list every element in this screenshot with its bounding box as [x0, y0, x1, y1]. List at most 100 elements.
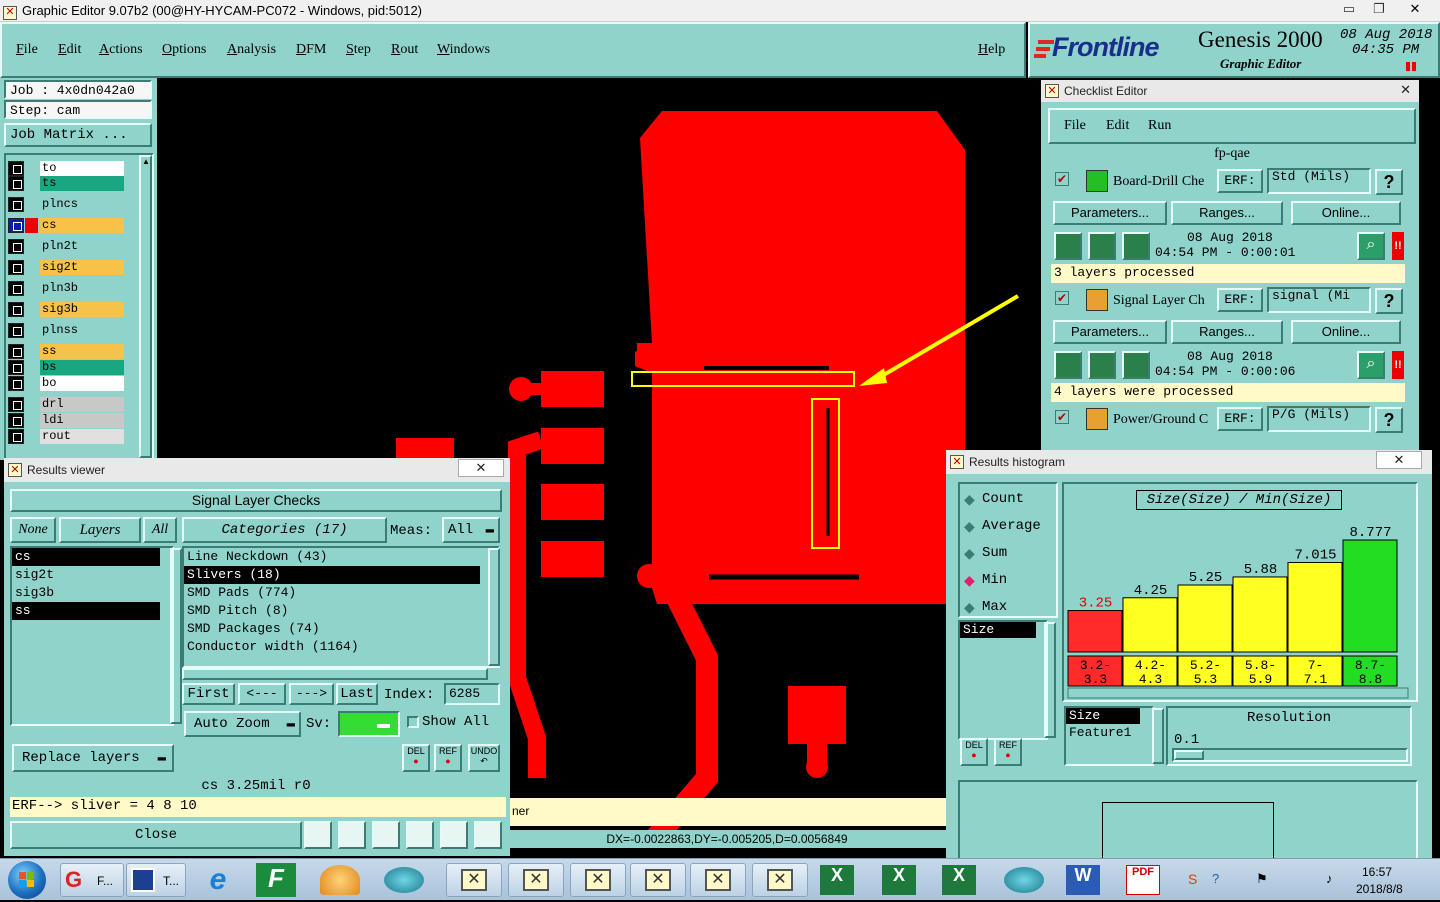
hist-del-button[interactable]: DEL ● — [960, 738, 988, 766]
layer-checkbox[interactable] — [8, 260, 24, 275]
pause-icon[interactable] — [1088, 351, 1116, 379]
layer-checkbox[interactable] — [8, 161, 24, 176]
layer-checkbox[interactable] — [8, 397, 24, 412]
category-item[interactable]: Line Neckdown (43) — [184, 548, 480, 566]
pause-icon[interactable] — [1088, 232, 1116, 260]
measure-icon[interactable] — [304, 821, 332, 849]
job-matrix-button[interactable]: Job Matrix ... — [4, 123, 152, 147]
start-button[interactable] — [8, 861, 46, 899]
close-button[interactable]: Close — [10, 821, 302, 849]
menu-step[interactable]: Step — [346, 42, 371, 58]
shell-icon[interactable] — [320, 865, 360, 895]
size-list-scrollbar[interactable] — [1044, 622, 1056, 738]
erf-value-field[interactable]: signal (Mi — [1267, 287, 1371, 313]
run-icon[interactable] — [1054, 351, 1082, 379]
histogram-bar[interactable] — [1287, 561, 1343, 653]
layer-checkbox[interactable] — [8, 176, 24, 191]
ie-icon[interactable]: e — [198, 863, 238, 897]
undo-button[interactable]: UNDO ↶ — [468, 744, 500, 772]
menu-rout[interactable]: Rout — [391, 42, 418, 58]
feature-list-scrollbar[interactable] — [1152, 708, 1164, 764]
resolution-slider[interactable] — [1172, 748, 1408, 762]
ref-button[interactable]: REF ● — [434, 744, 462, 772]
histogram-close-icon[interactable]: ✕ — [1376, 451, 1422, 469]
tray-volume-icon[interactable]: ♪ — [1326, 871, 1333, 886]
minimize-button[interactable]: ▭ — [1334, 1, 1364, 19]
close-window-button[interactable]: ✕ — [1400, 1, 1430, 19]
show-all-checkbox[interactable] — [407, 716, 419, 728]
chart-icon[interactable] — [474, 821, 502, 849]
result-layer-item[interactable]: ss — [12, 602, 160, 620]
resolution-slider-thumb[interactable] — [1174, 750, 1204, 760]
check-enable-checkbox[interactable]: ✔ — [1055, 291, 1069, 305]
word-icon[interactable]: W — [1066, 865, 1100, 895]
histogram-hscrollbar[interactable] — [1067, 687, 1409, 699]
layer-row-rout[interactable]: rout — [8, 429, 124, 444]
clock-time[interactable]: 16:57 — [1362, 865, 1392, 879]
scroll-up-icon[interactable]: ▲ — [142, 157, 150, 166]
ranges-button[interactable]: Ranges... — [1171, 320, 1283, 344]
restore-button[interactable]: ❐ — [1364, 1, 1394, 19]
none-button[interactable]: None — [10, 517, 56, 543]
all-button[interactable]: All — [143, 517, 177, 543]
export-icon[interactable] — [338, 821, 366, 849]
layer-row-cs[interactable]: cs — [8, 218, 124, 233]
erf-value-field[interactable]: Std (Mils) — [1267, 168, 1371, 194]
taskbar-graphic-editor-1[interactable]: ✕ — [446, 863, 502, 897]
result-layer-item[interactable]: sig2t — [12, 566, 160, 584]
layer-row-sig3b[interactable]: sig3b — [8, 302, 124, 317]
stop-icon[interactable] — [1122, 351, 1150, 379]
layer-checkbox[interactable] — [8, 344, 24, 359]
layer-row-pln3b[interactable]: pln3b — [8, 281, 124, 296]
category-item[interactable]: Conductor width (1164) — [184, 638, 480, 656]
hist-ref-button[interactable]: REF ● — [994, 738, 1022, 766]
zoom-results-icon[interactable]: ⌕ — [1357, 351, 1385, 379]
replace-layers-select[interactable]: Replace layers ▬ — [12, 744, 174, 772]
erf-icon[interactable] — [372, 821, 400, 849]
layer-row-bs[interactable]: bs — [8, 360, 124, 375]
histogram-bar[interactable] — [1342, 539, 1398, 653]
menu-dfm[interactable]: DFM — [296, 42, 326, 58]
menu-actions[interactable]: Actions — [99, 42, 143, 58]
menu-analysis[interactable]: Analysis — [227, 42, 276, 58]
result-layer-item[interactable]: sig3b — [12, 584, 160, 602]
layer-checkbox[interactable] — [8, 360, 24, 375]
histogram-bar[interactable] — [1067, 610, 1123, 653]
eye-icon[interactable] — [384, 867, 424, 893]
layer-checkbox[interactable] — [8, 429, 24, 444]
checklist-close-icon[interactable]: ✕ — [1400, 82, 1411, 98]
menu-file[interactable]: File — [16, 42, 38, 58]
result-layer-item[interactable]: cs — [12, 548, 160, 566]
category-item[interactable]: Slivers (18) — [184, 566, 480, 584]
parameters-button[interactable]: Parameters... — [1053, 320, 1167, 344]
auto-zoom-select[interactable]: Auto Zoom ▬ — [184, 711, 301, 737]
meas-select[interactable]: All ▬ — [442, 517, 500, 543]
erf-value-field[interactable]: P/G (Mils) — [1267, 406, 1371, 432]
layer-checkbox[interactable] — [8, 281, 24, 296]
layers-button[interactable]: Layers — [59, 517, 141, 543]
layer-row-plnss[interactable]: plnss — [8, 323, 124, 338]
histogram-bar[interactable] — [1122, 597, 1178, 653]
clock-date[interactable]: 2018/8/8 — [1356, 882, 1403, 896]
online-button[interactable]: Online... — [1291, 201, 1401, 225]
ranges-button[interactable]: Ranges... — [1171, 201, 1283, 225]
layer-row-ldi[interactable]: ldi — [8, 413, 124, 428]
tray-flag-icon[interactable]: ⚑ — [1256, 871, 1268, 887]
zoom-results-icon[interactable]: ⌕ — [1357, 232, 1385, 260]
layer-row-ss[interactable]: ss — [8, 344, 124, 359]
feature-list-item-size[interactable]: Size — [1066, 708, 1140, 724]
layer-row-bo[interactable]: bo — [8, 376, 124, 391]
tray-s-icon[interactable]: S — [1188, 871, 1197, 887]
report-icon[interactable] — [440, 821, 468, 849]
layer-checkbox[interactable] — [8, 197, 24, 212]
layer-row-pln2t[interactable]: pln2t — [8, 239, 124, 254]
category-item[interactable]: SMD Pads (774) — [184, 584, 480, 602]
histogram-bar[interactable] — [1177, 584, 1233, 653]
checklist-menu-file[interactable]: File — [1064, 118, 1086, 134]
layer-checkbox[interactable] — [8, 302, 24, 317]
last-button[interactable]: Last — [336, 683, 378, 705]
menu-edit[interactable]: Edit — [58, 42, 81, 58]
check-help-button[interactable]: ? — [1375, 407, 1403, 433]
layer-row-ts[interactable]: ts — [8, 176, 124, 191]
layer-row-plncs[interactable]: plncs — [8, 197, 124, 212]
